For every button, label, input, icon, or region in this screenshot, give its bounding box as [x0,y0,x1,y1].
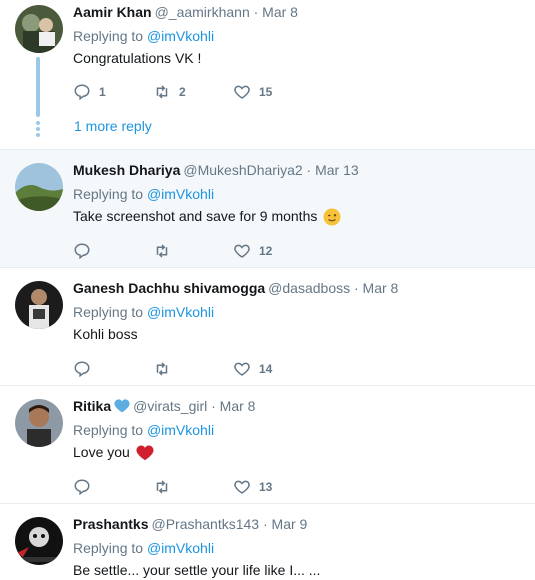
heart-icon [234,362,250,376]
reply-icon [74,361,90,378]
avatar[interactable] [15,163,63,211]
tweet-mukesh-dhariya[interactable]: Mukesh Dhariya @MukeshDhariya2 · Mar 13 R… [0,150,535,268]
reply-button[interactable] [73,242,153,260]
tweet-actions: 14 [73,360,313,378]
user-handle-date[interactable]: @_aamirkhann · Mar 8 [155,4,298,20]
user-handle-date[interactable]: @MukeshDhariya2 · Mar 13 [183,162,358,178]
retweet-icon [156,480,168,494]
retweet-icon [156,244,168,258]
user-name[interactable]: Ritika [73,398,111,414]
thread-connector [36,57,40,117]
tweet-header: Ganesh Dachhu shivamogga @dasadboss · Mar… [73,279,525,297]
like-count: 14 [259,362,273,376]
tweet-actions: 13 [73,478,313,496]
avatar[interactable] [15,5,63,53]
replying-to: Replying to @imVkohli [73,28,215,44]
user-name[interactable]: Mukesh Dhariya [73,162,180,178]
retweet-button[interactable] [153,242,233,260]
retweet-icon [156,85,168,99]
replying-to: Replying to @imVkohli [73,186,215,202]
like-count: 12 [259,244,273,258]
retweet-button[interactable] [153,360,233,378]
user-handle-date[interactable]: @Prashantks143 · Mar 9 [151,516,307,532]
tweet-aamir-khan[interactable]: Aamir Khan @_aamirkhann · Mar 8 Replying … [0,0,535,150]
tweet-header: Aamir Khan @_aamirkhann · Mar 8 [73,3,525,21]
tweet-ritika[interactable]: Ritika @virats_girl · Mar 8 Replying to @… [0,386,535,504]
more-replies-link[interactable]: 1 more reply [74,118,152,134]
reply-button[interactable] [73,360,153,378]
replying-to: Replying to @imVkohli [73,422,215,438]
retweet-button[interactable] [153,478,233,496]
like-count: 15 [259,85,273,99]
replying-to: Replying to @imVkohli [73,304,215,320]
avatar[interactable] [15,281,63,329]
avatar[interactable] [15,517,63,565]
tweet-actions: 1 2 15 [73,83,313,101]
tweet-text: Kohli boss [73,326,138,342]
user-name[interactable]: Aamir Khan [73,4,152,20]
tweet-prashantks[interactable]: Prashantks @Prashantks143 · Mar 9 Replyin… [0,504,535,578]
tweet-header: Prashantks @Prashantks143 · Mar 9 [73,515,525,533]
avatar[interactable] [15,399,63,447]
user-handle-date[interactable]: @virats_girl · Mar 8 [133,398,255,414]
mention-link[interactable]: @imVkohli [147,186,214,202]
tweet-text: Take screenshot and save for 9 months [73,206,525,226]
mention-link[interactable]: @imVkohli [147,304,214,320]
like-count: 13 [259,480,273,494]
thread-dots-icon [36,121,40,139]
mention-link[interactable]: @imVkohli [147,422,214,438]
like-button[interactable]: 13 [233,478,313,496]
heart-icon [234,244,250,258]
user-handle-date[interactable]: @dasadboss · Mar 8 [268,280,398,296]
like-button[interactable]: 12 [233,242,313,260]
replying-to: Replying to @imVkohli [73,540,215,556]
tweet-text: Be settle... your settle your life like … [73,562,321,578]
retweet-icon [156,362,168,376]
reply-icon [74,479,90,496]
reply-icon [74,243,90,260]
like-button[interactable]: 14 [233,360,313,378]
heart-icon [234,480,250,494]
retweet-count: 2 [179,85,186,99]
tweet-text: Love you [73,442,525,462]
tweet-header: Mukesh Dhariya @MukeshDhariya2 · Mar 13 [73,161,525,179]
heart-icon [234,85,250,99]
like-button[interactable]: 15 [233,83,313,101]
tweet-header: Ritika @virats_girl · Mar 8 [73,397,525,415]
reply-button[interactable]: 1 [73,83,153,101]
user-name[interactable]: Ganesh Dachhu shivamogga [73,280,265,296]
winking-face-emoji-icon [323,208,341,226]
reply-count: 1 [99,85,106,99]
reply-icon [74,84,90,101]
user-name[interactable]: Prashantks [73,516,148,532]
tweet-text: Congratulations VK ! [73,50,202,66]
replies-feed: Aamir Khan @_aamirkhann · Mar 8 Replying … [0,0,535,578]
mention-link[interactable]: @imVkohli [147,540,214,556]
reply-button[interactable] [73,478,153,496]
tweet-actions: 12 [73,242,313,260]
red-heart-emoji-icon [136,445,154,461]
mention-link[interactable]: @imVkohli [147,28,214,44]
tweet-ganesh-dachhu[interactable]: Ganesh Dachhu shivamogga @dasadboss · Mar… [0,268,535,386]
blue-heart-icon [114,399,130,413]
retweet-button[interactable]: 2 [153,83,233,101]
